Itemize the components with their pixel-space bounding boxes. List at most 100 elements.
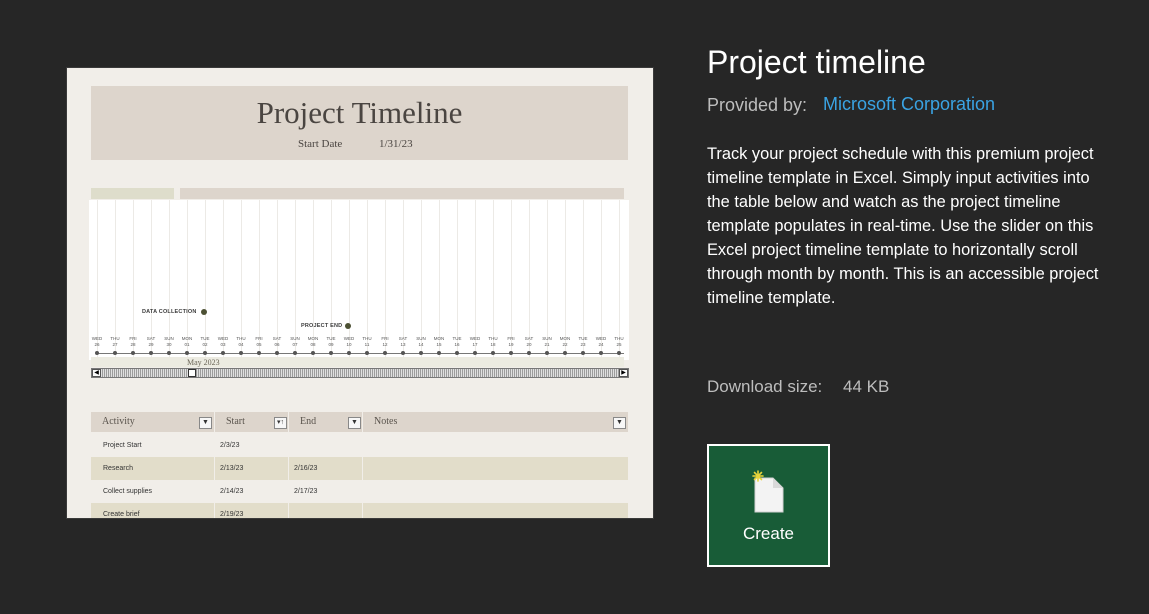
day-label: WED 24 xyxy=(592,336,610,347)
filter-dropdown-icon[interactable]: ▼ xyxy=(348,417,361,429)
cell-start: 2/3/23 xyxy=(215,434,289,457)
day-date: 04 xyxy=(238,341,244,347)
day-label: SAT 06 xyxy=(268,336,286,347)
axis-day-marker xyxy=(419,351,423,355)
milestone-marker xyxy=(201,309,207,315)
table-header: Activity ▼ Start ▾↑ End ▼ Notes ▼ xyxy=(91,412,628,432)
cell-activity: Project Start xyxy=(91,434,215,457)
day-label: WED 17 xyxy=(466,336,484,347)
day-date: 28 xyxy=(130,341,136,347)
axis-day-marker xyxy=(563,351,567,355)
axis-day-marker xyxy=(617,351,621,355)
day-date: 29 xyxy=(148,341,154,347)
create-button[interactable]: Create xyxy=(707,444,830,567)
axis-day-marker xyxy=(95,351,99,355)
day-label: FRI 19 xyxy=(502,336,520,347)
cell-end: 2/17/23 xyxy=(289,480,363,503)
slider-left-button[interactable]: ◀ xyxy=(92,369,101,377)
axis-day-marker xyxy=(149,351,153,355)
day-date: 26 xyxy=(94,341,100,347)
axis-day-marker xyxy=(383,351,387,355)
provider-link[interactable]: Microsoft Corporation xyxy=(823,94,995,115)
axis-day-marker xyxy=(599,351,603,355)
day-label: SUN 30 xyxy=(160,336,178,347)
cell-notes xyxy=(363,457,628,480)
day-label: TUE 09 xyxy=(322,336,340,347)
day-date: 27 xyxy=(112,341,118,347)
table-row: Research 2/13/23 2/16/23 xyxy=(91,457,628,480)
timeline-header: Project Timeline Start Date 1/31/23 xyxy=(91,86,628,160)
day-date: 10 xyxy=(346,341,352,347)
day-date: 20 xyxy=(526,341,532,347)
axis-day-marker xyxy=(257,351,261,355)
axis-day-marker xyxy=(221,351,225,355)
axis-day-marker xyxy=(167,351,171,355)
day-date: 03 xyxy=(220,341,226,347)
new-document-icon xyxy=(752,470,784,513)
axis-day-marker xyxy=(527,351,531,355)
day-label: SAT 29 xyxy=(142,336,160,347)
axis-day-marker xyxy=(113,351,117,355)
axis-day-marker xyxy=(311,351,315,355)
day-label: MON 08 xyxy=(304,336,322,347)
axis-day-marker xyxy=(347,351,351,355)
cell-notes xyxy=(363,480,628,503)
filter-dropdown-icon[interactable]: ▼ xyxy=(199,417,212,429)
day-date: 02 xyxy=(202,341,208,347)
day-date: 07 xyxy=(292,341,298,347)
cell-end xyxy=(289,434,363,457)
milestone-label: PROJECT END xyxy=(301,323,343,329)
day-date: 22 xyxy=(562,341,568,347)
axis-day-marker xyxy=(293,351,297,355)
download-size-value: 44 KB xyxy=(843,377,890,396)
cell-end: 2/16/23 xyxy=(289,457,363,480)
day-date: 13 xyxy=(400,341,406,347)
column-header-activity: Activity xyxy=(91,412,215,432)
template-title: Project timeline xyxy=(707,44,926,80)
cell-activity: Research xyxy=(91,457,215,480)
column-header-notes: Notes xyxy=(374,416,398,427)
day-label: MON 01 xyxy=(178,336,196,347)
day-label: SAT 20 xyxy=(520,336,538,347)
day-date: 24 xyxy=(598,341,604,347)
filter-dropdown-icon[interactable]: ▼ xyxy=(613,417,626,429)
day-date: 23 xyxy=(580,341,586,347)
day-label: SUN 07 xyxy=(286,336,304,347)
day-label: THU 11 xyxy=(358,336,376,347)
axis-day-marker xyxy=(365,351,369,355)
slider-thumb[interactable] xyxy=(188,369,196,377)
axis-day-marker xyxy=(473,351,477,355)
provided-by-label: Provided by: xyxy=(707,95,808,115)
cell-notes xyxy=(363,434,628,457)
day-label: FRI 12 xyxy=(376,336,394,347)
axis-day-marker xyxy=(275,351,279,355)
day-date: 11 xyxy=(364,341,370,347)
start-date-label: Start Date xyxy=(298,138,343,150)
axis-day-marker xyxy=(203,351,207,355)
cell-activity: Create brief xyxy=(91,503,215,518)
day-label: FRI 28 xyxy=(124,336,142,347)
day-date: 25 xyxy=(616,341,622,347)
sort-filter-icon[interactable]: ▾↑ xyxy=(274,417,287,429)
day-label: THU 27 xyxy=(106,336,124,347)
day-label: MON 22 xyxy=(556,336,574,347)
axis-day-marker xyxy=(581,351,585,355)
axis-day-marker xyxy=(239,351,243,355)
start-date-value: 1/31/23 xyxy=(379,138,413,150)
cell-notes xyxy=(363,503,628,518)
day-date: 06 xyxy=(274,341,280,347)
axis-day-marker xyxy=(185,351,189,355)
axis-day-marker xyxy=(329,351,333,355)
axis-day-marker xyxy=(437,351,441,355)
slider-right-button[interactable]: ▶ xyxy=(619,369,628,377)
template-preview: Project Timeline Start Date 1/31/23 DATA… xyxy=(67,68,653,518)
day-label: FRI 05 xyxy=(250,336,268,347)
create-button-label: Create xyxy=(742,524,795,543)
axis-day-marker xyxy=(509,351,513,355)
month-slider[interactable]: ◀ ▶ xyxy=(91,368,629,378)
day-label: SAT 13 xyxy=(394,336,412,347)
template-description: Track your project schedule with this pr… xyxy=(707,145,1099,307)
day-date: 30 xyxy=(166,341,172,347)
day-date: 15 xyxy=(436,341,442,347)
day-label: TUE 23 xyxy=(574,336,592,347)
